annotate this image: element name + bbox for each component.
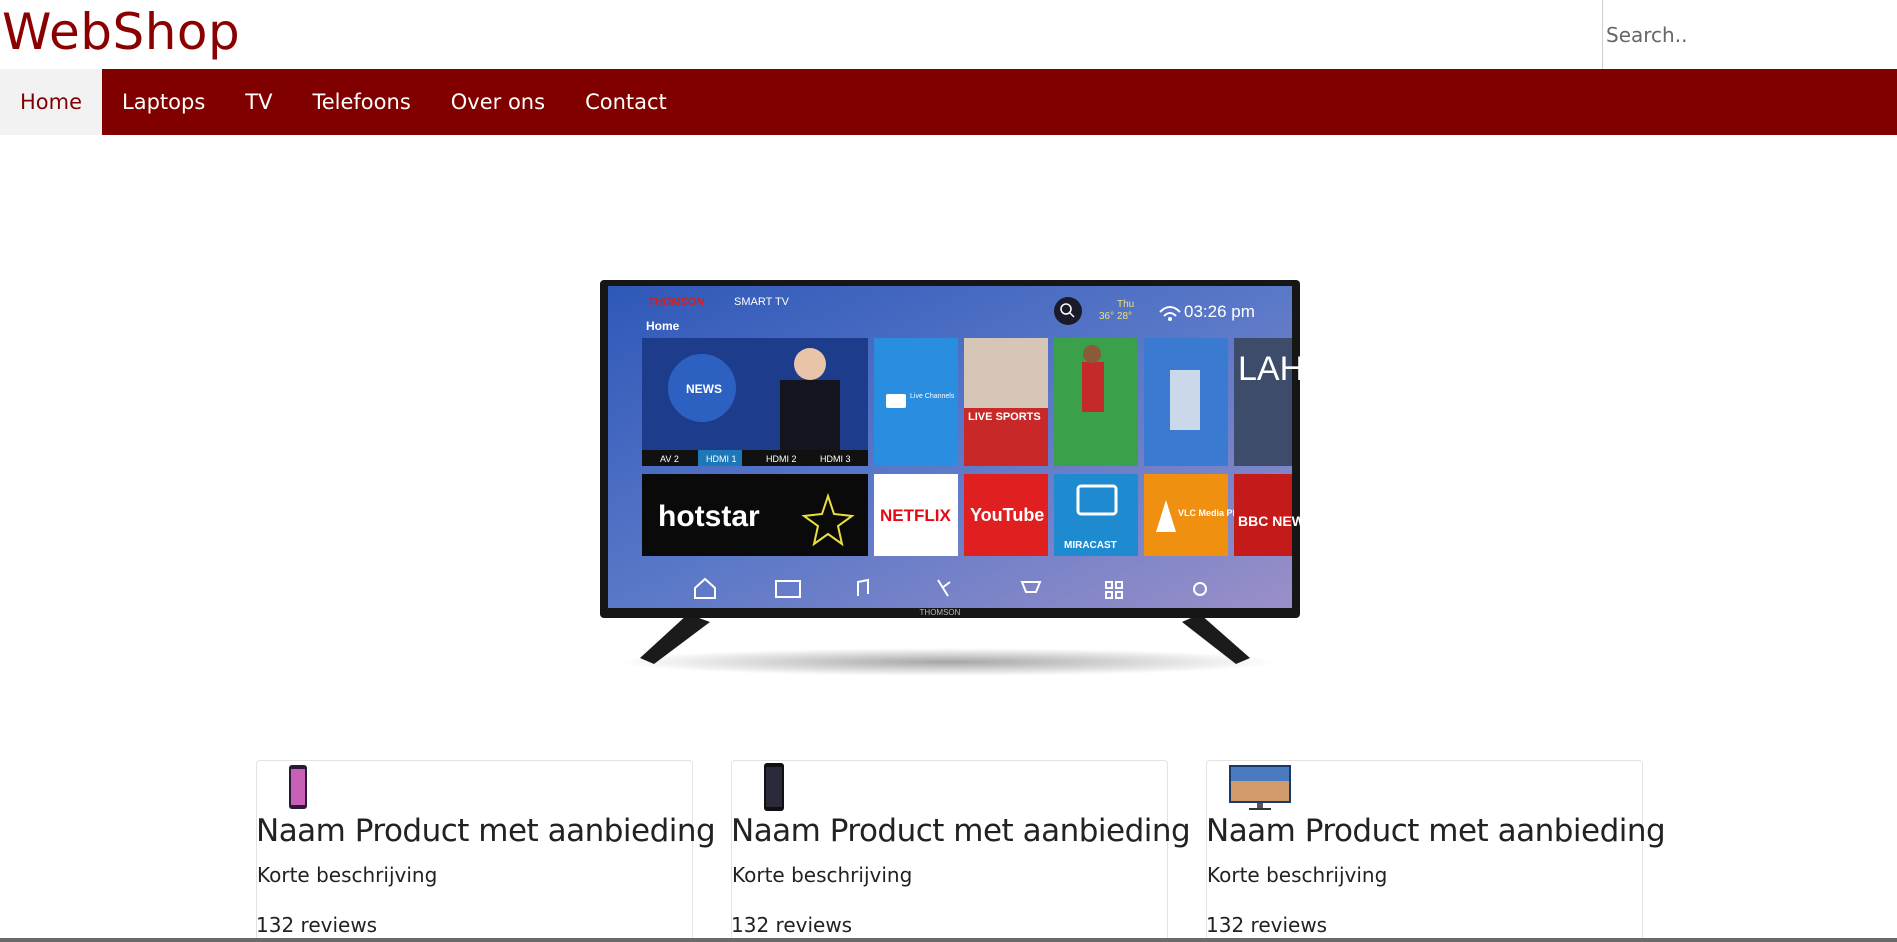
tv-screen-model: SMART TV — [734, 296, 790, 308]
tv-tile-live-sports-label: LIVE SPORTS — [968, 411, 1041, 423]
tv-screen-home: Home — [646, 319, 680, 333]
product-card[interactable]: Naam Product met aanbieding Korte beschr… — [1206, 760, 1666, 942]
nav-item-tv[interactable]: TV — [225, 69, 292, 135]
product-thumb-phone-dark — [764, 763, 784, 811]
tv-tile-netflix-label: NETFLIX — [880, 506, 951, 525]
site-logo[interactable]: WebShop — [2, 2, 240, 62]
hero-tv-image: THOMSON THOMSON SMART TV Home Thu 36° 28… — [570, 270, 1320, 680]
product-reviews[interactable]: 132 reviews — [1206, 913, 1327, 937]
product-card[interactable]: Naam Product met aanbieding Korte beschr… — [256, 760, 716, 942]
tv-tile-youtube-label: YouTube — [970, 505, 1044, 525]
tv-tile-live-channels-label: Live Channels — [910, 393, 955, 400]
tv-tile-hotstar-label: hotstar — [658, 500, 760, 533]
nav-item-telefoons[interactable]: Telefoons — [292, 69, 430, 135]
svg-text:LAH: LAH — [1238, 350, 1304, 388]
tv-screen-brand: THOMSON — [648, 296, 705, 308]
tv-time: 03:26 pm — [1184, 302, 1255, 321]
product-card[interactable]: Naam Product met aanbieding Korte beschr… — [731, 760, 1191, 942]
product-reviews[interactable]: 132 reviews — [256, 913, 377, 937]
product-description: Korte beschrijving — [257, 863, 438, 887]
product-thumb-monitor — [1229, 765, 1291, 810]
tv-input-hdmi1: HDMI 1 — [706, 454, 737, 464]
product-description: Korte beschrijving — [1207, 863, 1388, 887]
nav-item-home[interactable]: Home — [0, 69, 103, 135]
tv-weather-temps: 36° 28° — [1099, 311, 1132, 322]
search-input[interactable] — [1602, 0, 1897, 69]
product-title[interactable]: Naam Product met aanbieding — [256, 813, 716, 849]
tv-tile-news-label: NEWS — [686, 382, 722, 396]
tv-tile-bbc-label: BBC NEWS — [1238, 513, 1314, 529]
tv-input-hdmi3: HDMI 3 — [820, 454, 851, 464]
nav-item-contact[interactable]: Contact — [565, 69, 687, 135]
tv-tile-miracast-label: MIRACAST — [1064, 540, 1117, 551]
nav-item-over-ons[interactable]: Over ons — [431, 69, 565, 135]
tv-search-icon — [1054, 297, 1082, 325]
nav-item-laptops[interactable]: Laptops — [102, 69, 225, 135]
product-description: Korte beschrijving — [732, 863, 913, 887]
tv-weather-day: Thu — [1117, 299, 1134, 310]
tv-shadow — [618, 648, 1278, 676]
bottom-divider — [0, 938, 1897, 942]
product-reviews[interactable]: 132 reviews — [731, 913, 852, 937]
tv-input-hdmi2: HDMI 2 — [766, 454, 797, 464]
product-list: Naam Product met aanbieding Korte beschr… — [256, 760, 1666, 942]
main-nav: Home Laptops TV Telefoons Over ons Conta… — [0, 69, 1897, 135]
product-title[interactable]: Naam Product met aanbieding — [1206, 813, 1666, 849]
top-bar: WebShop — [0, 0, 1897, 69]
product-thumb-phone-pink — [289, 765, 307, 809]
tv-bezel-label: THOMSON — [920, 608, 961, 617]
tv-input-av2: AV 2 — [660, 454, 679, 464]
product-title[interactable]: Naam Product met aanbieding — [731, 813, 1191, 849]
